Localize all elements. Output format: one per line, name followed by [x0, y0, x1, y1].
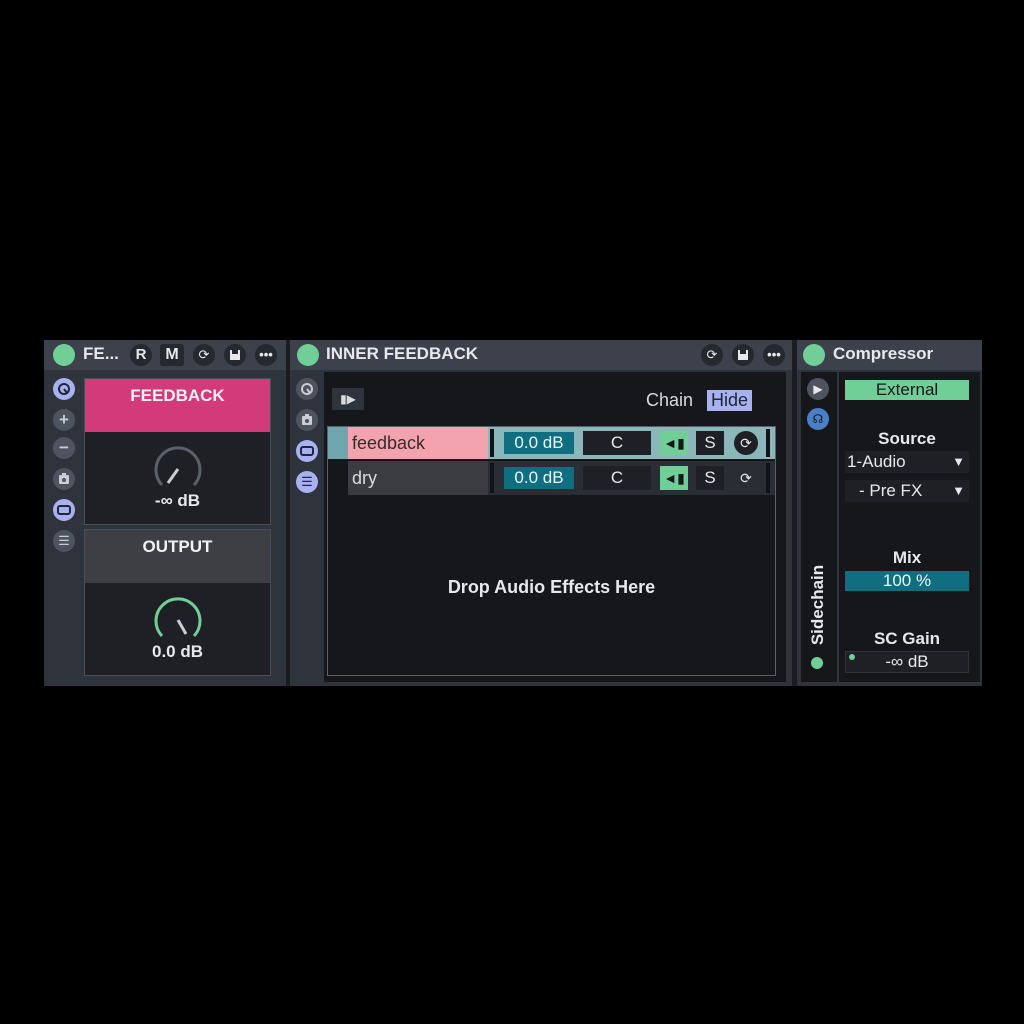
macro-feedback: FEEDBACK -∞ dB [84, 378, 271, 525]
device-on-toggle[interactable] [297, 344, 319, 366]
macro-name: OUTPUT [142, 537, 213, 556]
minus-icon[interactable]: − [53, 437, 75, 459]
random-icon[interactable] [53, 468, 75, 490]
save-icon[interactable] [732, 344, 754, 366]
speaker-icon[interactable]: ◄▮ [660, 431, 688, 455]
device-on-toggle[interactable] [53, 344, 75, 366]
chain-grip[interactable] [766, 463, 770, 493]
chain-label[interactable]: Chain [646, 390, 693, 411]
mapping-button[interactable]: M [160, 344, 184, 366]
chain-name[interactable]: feedback [348, 427, 488, 459]
refresh-icon[interactable]: ⟳ [701, 344, 723, 366]
chain-solo[interactable]: S [696, 466, 724, 490]
chevron-down-icon: ▼ [952, 454, 965, 469]
more-icon[interactable]: ••• [255, 344, 277, 366]
device-title[interactable]: FE... [83, 344, 119, 364]
compressor-device: Compressor ▶ ☊ Sidechain External Source… [797, 340, 982, 686]
chain-grip[interactable] [490, 463, 494, 493]
refresh-icon[interactable]: ⟳ [734, 431, 758, 455]
random-icon[interactable] [296, 409, 318, 431]
speaker-icon[interactable]: ◄▮ [660, 466, 688, 490]
mix-value: 100 % [882, 571, 932, 590]
chain-view-icon[interactable] [53, 499, 75, 521]
chain-play-icon[interactable]: ▮▶ [332, 388, 364, 410]
device-on-toggle[interactable] [803, 344, 825, 366]
sc-gain-field[interactable]: -∞ dB [845, 651, 969, 673]
list-icon[interactable]: ☰ [53, 530, 75, 552]
device-title[interactable]: Compressor [833, 344, 933, 364]
chain-color-tab [328, 427, 348, 459]
sc-gain-label: SC Gain [873, 629, 941, 648]
chain-volume[interactable]: 0.0 dB [504, 432, 574, 454]
external-button[interactable]: External [845, 380, 969, 400]
list-icon[interactable]: ☰ [296, 471, 318, 493]
sidechain-label: Sidechain [808, 564, 827, 646]
refresh-icon[interactable]: ⟳ [193, 344, 215, 366]
chain-solo[interactable]: S [696, 431, 724, 455]
rack-feedback: FE... R M ⟳ ••• + − ☰ FEEDBACK -∞ dB OUT… [44, 340, 286, 686]
macro-icon[interactable] [53, 378, 75, 400]
macro-knob[interactable] [152, 443, 204, 495]
save-icon[interactable] [224, 344, 246, 366]
device-title[interactable]: INNER FEEDBACK [326, 344, 478, 364]
drop-zone-text[interactable]: Drop Audio Effects Here [327, 577, 776, 598]
sc-gain-value: -∞ dB [885, 652, 929, 671]
source-value: 1-Audio [847, 452, 906, 471]
tap-value: - Pre FX [859, 481, 923, 500]
randomize-button[interactable]: R [130, 344, 152, 366]
macro-knob[interactable] [152, 594, 204, 646]
chevron-down-icon: ▼ [952, 483, 965, 498]
chain-crossfade[interactable]: C [583, 431, 651, 455]
chain-color-tab [328, 461, 348, 495]
chain-grip[interactable] [766, 429, 770, 457]
source-dropdown[interactable]: 1-Audio ▼ [845, 451, 969, 473]
plus-icon[interactable]: + [53, 409, 75, 431]
chain-view-icon[interactable] [296, 440, 318, 462]
refresh-icon[interactable]: ⟳ [734, 466, 758, 490]
macro-name: FEEDBACK [130, 386, 225, 405]
macro-output: OUTPUT 0.0 dB [84, 529, 271, 676]
play-icon[interactable]: ▶ [807, 378, 829, 400]
chain-crossfade[interactable]: C [583, 466, 651, 490]
hide-button[interactable]: Hide [707, 390, 753, 411]
chain-grip[interactable] [490, 429, 494, 457]
macro-value: 0.0 dB [151, 642, 204, 661]
headphones-icon[interactable]: ☊ [807, 408, 829, 430]
mix-label: Mix [892, 548, 922, 567]
rack-inner-feedback: INNER FEEDBACK ⟳ ••• ☰ ▮▶ Chain Hide fee… [290, 340, 792, 686]
source-label: Source [878, 429, 936, 448]
tap-dropdown[interactable]: - Pre FX ▼ [845, 480, 969, 502]
sidechain-toggle[interactable] [811, 657, 823, 669]
macro-value: -∞ dB [154, 491, 201, 510]
chain-name[interactable]: dry [348, 461, 488, 495]
more-icon[interactable]: ••• [763, 344, 785, 366]
macro-icon[interactable] [296, 378, 318, 400]
chain-volume[interactable]: 0.0 dB [504, 467, 574, 489]
mix-slider[interactable]: 100 % [845, 571, 969, 591]
